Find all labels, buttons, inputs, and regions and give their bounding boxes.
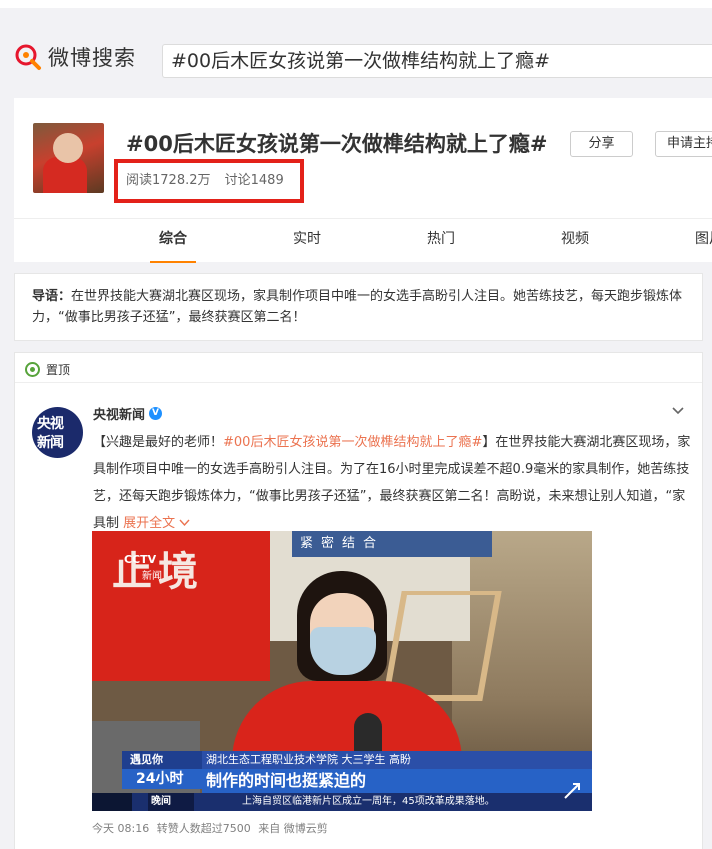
topic-thumbnail[interactable] — [33, 123, 104, 193]
pinned-label: 置顶 — [25, 361, 70, 378]
ticker-text: 上海自贸区临港新片区成立一周年，45项改革成果落地。 — [242, 796, 495, 807]
author-name-row: 央视新闻 V — [93, 404, 163, 423]
post-text: 【兴趣是最好的老师！#00后木匠女孩说第一次做榫结构就上了瘾#】在世界技能大赛湖… — [93, 429, 693, 537]
discussion-count: 讨论1489 — [224, 173, 284, 188]
pin-icon — [25, 362, 40, 377]
avatar-text-2: 新闻 — [37, 435, 64, 451]
tab-bar: 综合 实时 热门 视频 图片 — [14, 218, 712, 263]
topic-card: #00后木匠女孩说第一次做榫结构就上了瘾# 分享 申请主持人 阅读1728.2万… — [14, 98, 712, 263]
tab-comprehensive[interactable]: 综合 — [150, 219, 196, 263]
pin-text: 置顶 — [46, 363, 71, 377]
program-label-2: 24小时 — [122, 769, 202, 789]
cctv-logo: CCTV — [124, 553, 157, 566]
divider — [15, 382, 702, 383]
search-input[interactable]: #00后木匠女孩说第一次做榫结构就上了瘾# — [162, 44, 712, 78]
post-source: 来自 微博云剪 — [258, 822, 328, 835]
tab-pictures[interactable]: 图片 — [686, 219, 712, 263]
topic-stats: 阅读1728.2万 讨论1489 — [126, 169, 284, 188]
fullscreen-icon[interactable] — [562, 781, 582, 801]
guide-text: 在世界技能大赛湖北赛区现场，家具制作项目中唯一的女选手高盼引人注目。她苦练技艺，… — [32, 289, 683, 325]
search-logo-icon — [14, 43, 42, 71]
avatar-text-1: 央视 — [37, 416, 64, 432]
apply-host-button[interactable]: 申请主持人 — [655, 131, 712, 157]
expand-full-text-link[interactable]: 展开全文 — [123, 516, 190, 531]
post-text-prefix: 【兴趣是最好的老师！ — [93, 435, 224, 450]
topic-title: #00后木匠女孩说第一次做榫结构就上了瘾# — [126, 132, 548, 156]
weibo-search-logo[interactable]: 微博搜索 — [14, 42, 136, 72]
read-count: 阅读1728.2万 — [126, 173, 211, 188]
video-banner: 止境 — [92, 531, 270, 681]
share-button[interactable]: 分享 — [570, 131, 633, 157]
post-menu-chevron-icon[interactable] — [671, 405, 685, 420]
subtitle-bar: 制作的时间也挺紧迫的 — [202, 769, 592, 793]
tab-video[interactable]: 视频 — [552, 219, 598, 263]
post-reposts: 转赞人数超过7500 — [156, 822, 251, 835]
top-search-bar: 微博搜索 #00后木匠女孩说第一次做榫结构就上了瘾# — [0, 0, 712, 98]
verified-icon: V — [149, 407, 163, 420]
weibo-post: 置顶 央视 新闻 央视新闻 V 【兴趣是最好的老师！#00后木匠女孩说第一次做榫… — [14, 352, 703, 849]
tab-hot[interactable]: 热门 — [418, 219, 464, 263]
author-avatar[interactable]: 央视 新闻 — [32, 407, 83, 458]
cctv-logo-sub: 新闻 — [142, 571, 162, 582]
guide-label: 导语： — [32, 289, 72, 304]
expand-chevron-icon — [179, 519, 190, 527]
tab-realtime[interactable]: 实时 — [284, 219, 330, 263]
post-meta: 今天 08:16 转赞人数超过7500 来自 微博云剪 — [92, 820, 328, 836]
author-name[interactable]: 央视新闻 — [93, 404, 145, 423]
logo-text: 微博搜索 — [48, 46, 136, 70]
topic-guide: 导语：在世界技能大赛湖北赛区现场，家具制作项目中唯一的女选手高盼引人注目。她苦练… — [14, 273, 703, 341]
video-sign: 紧密结合 — [292, 531, 492, 557]
ticker-time: 晚间 23:30 — [148, 793, 194, 811]
ticker-logo — [92, 793, 132, 811]
post-hashtag-link[interactable]: #00后木匠女孩说第一次做榫结构就上了瘾# — [223, 435, 482, 450]
speaker-name-bar: 湖北生态工程职业技术学院 大三学生 高盼 — [202, 751, 592, 769]
post-time[interactable]: 今天 08:16 — [92, 822, 149, 835]
program-label: 遇见你 — [122, 751, 202, 769]
video-player[interactable]: 紧密结合 止境 CCTV 新闻 遇见你 24小时 湖北生态工程职业技术学院 大三… — [92, 531, 592, 811]
